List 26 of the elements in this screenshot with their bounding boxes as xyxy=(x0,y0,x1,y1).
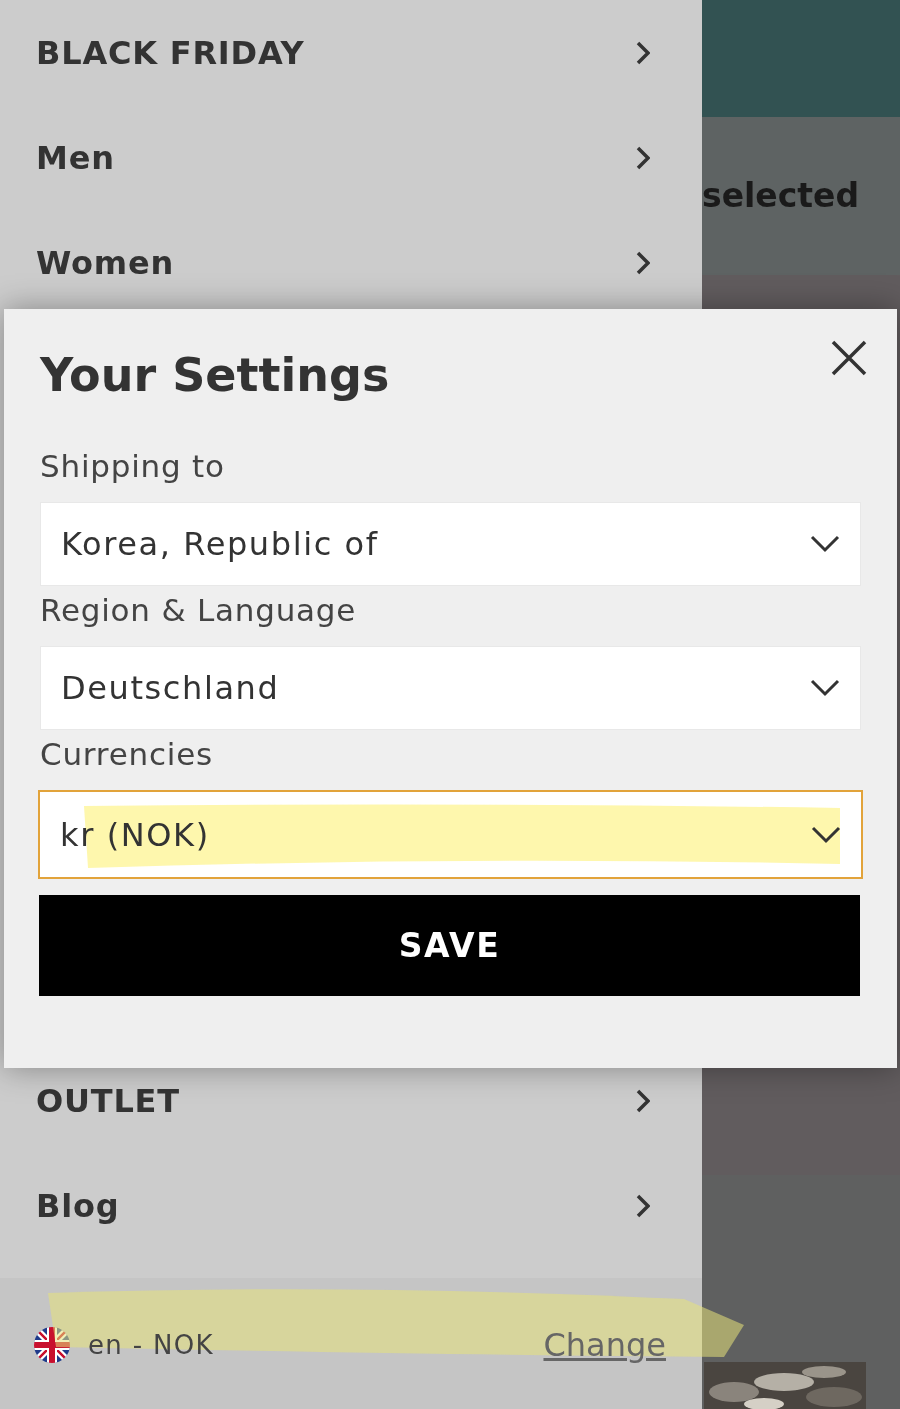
menu-item[interactable]: Women xyxy=(0,210,702,315)
field-label: Shipping to xyxy=(40,447,226,486)
menu-item[interactable]: Men xyxy=(0,105,702,210)
select-field[interactable]: Korea, Republic of xyxy=(40,502,861,586)
field-label: Region & Language xyxy=(40,591,358,630)
menu-item[interactable]: OUTLET xyxy=(0,1048,702,1153)
chevron-down-icon xyxy=(811,825,841,844)
chevron-right-icon xyxy=(636,1193,650,1218)
field-label: Currencies xyxy=(40,735,214,774)
menu-item[interactable]: BLACK FRIDAY xyxy=(0,0,702,105)
locale-label: en - NOK xyxy=(88,1328,214,1362)
chevron-right-icon xyxy=(636,145,650,170)
select-field[interactable]: Deutschland xyxy=(40,646,861,730)
dialog-title: Your Settings xyxy=(40,347,390,404)
chevron-right-icon xyxy=(636,250,650,275)
flag-icon xyxy=(34,1327,70,1363)
menu-item[interactable]: Blog xyxy=(0,1153,702,1258)
partial-heading: selected xyxy=(702,175,860,218)
chevron-down-icon xyxy=(810,679,840,697)
chevron-down-icon xyxy=(810,535,840,553)
save-button[interactable]: SAVE xyxy=(39,895,860,996)
select-field[interactable]: kr (NOK) xyxy=(38,790,863,879)
chevron-right-icon xyxy=(636,1088,650,1113)
close-icon[interactable] xyxy=(831,340,867,376)
chevron-right-icon xyxy=(636,40,650,65)
change-link[interactable]: Change xyxy=(543,1321,666,1369)
